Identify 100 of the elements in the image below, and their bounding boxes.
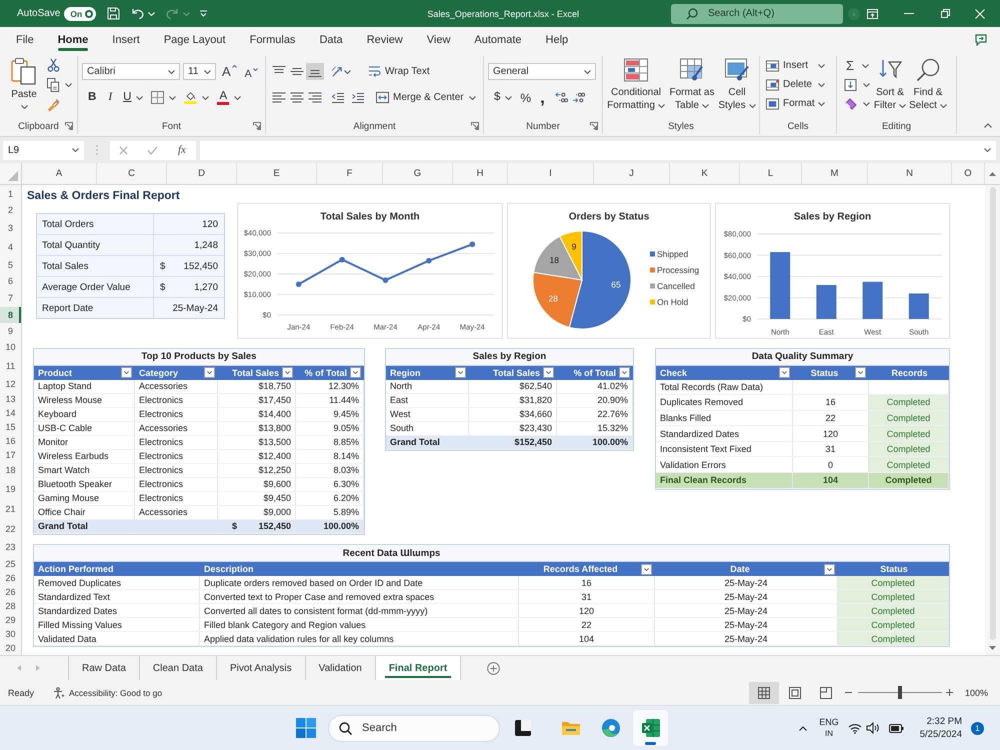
- row-header[interactable]: 26: [0, 571, 21, 585]
- caret-down-icon[interactable]: [818, 102, 825, 106]
- arrow-left-decimals-icon[interactable]: [554, 91, 568, 104]
- copy-icon[interactable]: [47, 78, 60, 92]
- insert-function-button[interactable]: fx: [178, 144, 186, 156]
- view-button[interactable]: [748, 682, 779, 704]
- italic-button[interactable]: I: [108, 92, 112, 104]
- notification-badge[interactable]: 1: [971, 722, 984, 734]
- row-header[interactable]: 5: [0, 256, 21, 273]
- paintbrush-icon[interactable]: [47, 98, 60, 112]
- column-header[interactable]: O: [952, 163, 985, 184]
- row-header[interactable]: 18: [0, 462, 21, 478]
- ribbon-tab[interactable]: Automate: [462, 27, 534, 53]
- row-header[interactable]: 26: [0, 585, 21, 599]
- styles-button[interactable]: Conditional Formatting: [605, 58, 667, 118]
- merge-center-button[interactable]: Merge & Center: [376, 91, 464, 104]
- zoom-slider-thumb[interactable]: [898, 686, 902, 699]
- comma-button[interactable]: ,: [540, 90, 545, 106]
- caret-down-icon[interactable]: [169, 96, 176, 100]
- dialog-launcher-icon[interactable]: [471, 122, 479, 130]
- column-header[interactable]: G: [383, 163, 453, 184]
- ribbon-tab[interactable]: Insert: [100, 27, 152, 53]
- column-header[interactable]: D: [167, 163, 237, 184]
- caret-down-icon[interactable]: [65, 83, 72, 87]
- row-header[interactable]: 15: [0, 420, 21, 434]
- collapse-caret-icon[interactable]: [984, 123, 992, 128]
- ribbon-tab[interactable]: Help: [534, 27, 580, 53]
- row-header[interactable]: 4: [0, 237, 21, 256]
- filter-dropdown-button[interactable]: [121, 367, 132, 378]
- grid-square-icon[interactable]: [151, 91, 164, 104]
- column-header[interactable]: H: [453, 163, 508, 184]
- filter-dropdown-button[interactable]: [204, 367, 215, 378]
- row-header[interactable]: 19: [0, 478, 21, 499]
- four-panes-icon[interactable]: [296, 718, 316, 738]
- sheet-tab[interactable]: Final Report: [376, 656, 462, 680]
- column-header[interactable]: J: [594, 163, 670, 184]
- filter-dropdown-button[interactable]: [641, 564, 652, 574]
- caret-down-icon[interactable]: [344, 70, 351, 74]
- row-header[interactable]: 14: [0, 406, 21, 420]
- dialog-launcher-icon[interactable]: [253, 122, 261, 130]
- underline-button[interactable]: U: [123, 92, 132, 104]
- column-header[interactable]: N: [868, 163, 952, 184]
- column-header[interactable]: L: [740, 163, 802, 184]
- filter-dropdown-button[interactable]: [543, 367, 554, 378]
- row-header[interactable]: 28: [0, 599, 21, 613]
- row-header[interactable]: 16: [0, 434, 21, 448]
- caret-down-icon[interactable]: [818, 64, 825, 68]
- dialog-launcher-icon[interactable]: [65, 122, 73, 130]
- slanted-arrow-icon[interactable]: [331, 65, 344, 78]
- ribbon-tab[interactable]: Home: [46, 27, 100, 53]
- save-icon[interactable]: [107, 7, 120, 20]
- percent-button[interactable]: %: [520, 92, 532, 104]
- scissors-icon[interactable]: [47, 58, 60, 72]
- filter-dropdown-button[interactable]: [282, 367, 293, 378]
- cells-button[interactable]: Insert: [766, 60, 812, 72]
- close-icon[interactable]: [975, 8, 985, 18]
- row-header[interactable]: 22: [0, 519, 21, 538]
- row-header[interactable]: 1: [0, 185, 21, 202]
- scroll-down-arrow-icon[interactable]: [989, 646, 996, 650]
- dialog-launcher-icon[interactable]: [590, 122, 598, 130]
- formula-input-field[interactable]: [200, 140, 996, 160]
- font-size-field[interactable]: 11: [183, 63, 216, 80]
- caret-down-icon[interactable]: [863, 82, 870, 86]
- caret-down-icon[interactable]: [863, 102, 870, 106]
- row-header[interactable]: 30: [0, 627, 21, 641]
- input-language[interactable]: ENG: [819, 716, 839, 728]
- taskbar-search-field[interactable]: Search: [328, 714, 500, 742]
- ribbon-tab[interactable]: View: [414, 27, 462, 53]
- ribbon-tab[interactable]: Data: [307, 27, 355, 53]
- grow-font-button[interactable]: A: [222, 64, 237, 80]
- row-header[interactable]: 17: [0, 448, 21, 462]
- minus-icon[interactable]: [844, 692, 852, 693]
- row-header[interactable]: 6: [0, 273, 21, 289]
- caret-down-icon[interactable]: [20, 105, 28, 109]
- customize-caret-icon[interactable]: [200, 10, 208, 17]
- styles-button[interactable]: Cell Styles: [717, 58, 757, 118]
- styles-button[interactable]: Format as Table: [667, 58, 717, 118]
- input-region[interactable]: IN: [824, 728, 833, 740]
- check-icon[interactable]: [147, 146, 158, 154]
- accessibility-status[interactable]: Accessibility: Good to go: [69, 688, 162, 698]
- number-format-field[interactable]: General: [488, 63, 596, 80]
- row-header[interactable]: 12: [0, 376, 21, 392]
- zoom-level-text[interactable]: 100%: [964, 688, 988, 698]
- eraser-icon[interactable]: [844, 98, 857, 110]
- editing-button[interactable]: Find & Select: [910, 56, 946, 118]
- column-header[interactable]: K: [670, 163, 740, 184]
- filter-dropdown-button[interactable]: [455, 367, 466, 378]
- font-name-field[interactable]: Calibri: [82, 63, 180, 80]
- filter-dropdown-button[interactable]: [824, 564, 836, 574]
- accessibility-icon[interactable]: [53, 686, 66, 698]
- restore-icon[interactable]: [941, 9, 950, 18]
- font-color-button[interactable]: A: [217, 90, 230, 105]
- paste-button[interactable]: Paste: [9, 57, 39, 118]
- indent-left-icon[interactable]: [331, 91, 344, 104]
- column-header[interactable]: F: [317, 163, 383, 184]
- autosave-toggle[interactable]: On: [64, 6, 96, 20]
- ribbon-tab[interactable]: Review: [354, 27, 415, 53]
- caret-down-icon[interactable]: [818, 82, 825, 86]
- comment-icon[interactable]: [975, 34, 987, 46]
- caret-down-icon[interactable]: [202, 96, 210, 100]
